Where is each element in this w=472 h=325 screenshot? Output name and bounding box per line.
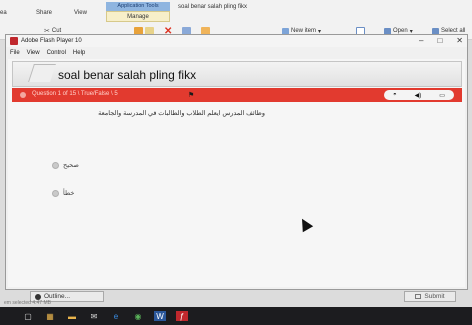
outline-label: Outline... [44, 293, 71, 300]
flag-icon[interactable]: ⚑ [188, 91, 194, 99]
taskbar: ▢ ▦ ▬ ✉ e ◉ W ƒ [0, 307, 472, 325]
question-text: وظائف المدرس ايعلم الطلاب والطالبات في ا… [98, 110, 265, 117]
radio-button[interactable] [52, 161, 59, 169]
flash-titlebar: Adobe Flash Player 10 [6, 35, 467, 47]
flash-window-title: Adobe Flash Player 10 [21, 38, 82, 44]
title-tab-decoration [28, 64, 56, 82]
option-true[interactable]: صحيح [52, 161, 79, 169]
option-label: خطأ [63, 190, 75, 197]
window-controls: – □ ✕ [419, 36, 463, 45]
question-bar: Question 1 of 15 \ True/False \ 5 ⚑ ◓ ◀)… [12, 88, 462, 102]
flash-menubar: File View Control Help [6, 47, 467, 58]
option-false[interactable]: خطأ [52, 189, 74, 197]
quiz-title-bar: soal benar salah pling fikx [12, 61, 462, 87]
print-icon[interactable]: ▭ [439, 92, 445, 99]
question-label: Question 1 of 15 \ True/False \ 5 [32, 91, 118, 97]
flash-player-window: Adobe Flash Player 10 – □ ✕ File View Co… [5, 34, 468, 302]
tab-home-fragment[interactable]: ea [0, 10, 7, 16]
folder-icon[interactable]: ▬ [66, 311, 78, 321]
tab-view[interactable]: View [74, 10, 87, 16]
menu-view[interactable]: View [27, 50, 40, 56]
submit-label: Submit [424, 293, 445, 300]
start-icon[interactable]: ▢ [22, 311, 34, 321]
context-tab-header: Application Tools [106, 2, 170, 11]
menu-help[interactable]: Help [73, 50, 85, 56]
submit-button[interactable]: Submit [404, 291, 456, 302]
quiz-content: soal benar salah pling fikx Question 1 o… [8, 59, 465, 302]
chrome-icon[interactable]: ◉ [132, 311, 144, 321]
option-label: صحيح [63, 162, 79, 169]
question-nav-icon[interactable] [20, 92, 26, 98]
submit-icon [415, 294, 422, 299]
close-button[interactable]: ✕ [456, 36, 463, 45]
quiz-title: soal benar salah pling fikx [58, 68, 197, 82]
outline-icon [35, 293, 41, 300]
tab-manage[interactable]: Manage [106, 11, 170, 22]
menu-file[interactable]: File [10, 50, 20, 56]
menu-control[interactable]: Control [47, 50, 66, 56]
question-toolbar: ◓ ◀) ▭ [384, 90, 454, 100]
word-icon[interactable]: W [154, 311, 166, 321]
edge-icon[interactable]: e [110, 311, 122, 321]
mouse-cursor-icon [296, 215, 314, 233]
audio-icon[interactable]: ◀) [415, 92, 422, 99]
hint-icon[interactable]: ◓ [393, 92, 397, 98]
flash-logo-icon [10, 37, 18, 45]
minimize-button[interactable]: – [419, 36, 423, 45]
screen: ea Share View Application Tools Manage s… [0, 0, 472, 325]
mail-icon[interactable]: ✉ [88, 311, 100, 321]
maximize-button[interactable]: □ [437, 36, 442, 45]
radio-button[interactable] [52, 189, 59, 197]
flash-icon[interactable]: ƒ [176, 311, 188, 321]
status-bar-text: em selected 4.47 MB [4, 300, 51, 306]
explorer-window-title: soal benar salah pling fikx [178, 4, 248, 10]
file-explorer-icon[interactable]: ▦ [44, 311, 56, 321]
tab-share[interactable]: Share [36, 10, 52, 16]
